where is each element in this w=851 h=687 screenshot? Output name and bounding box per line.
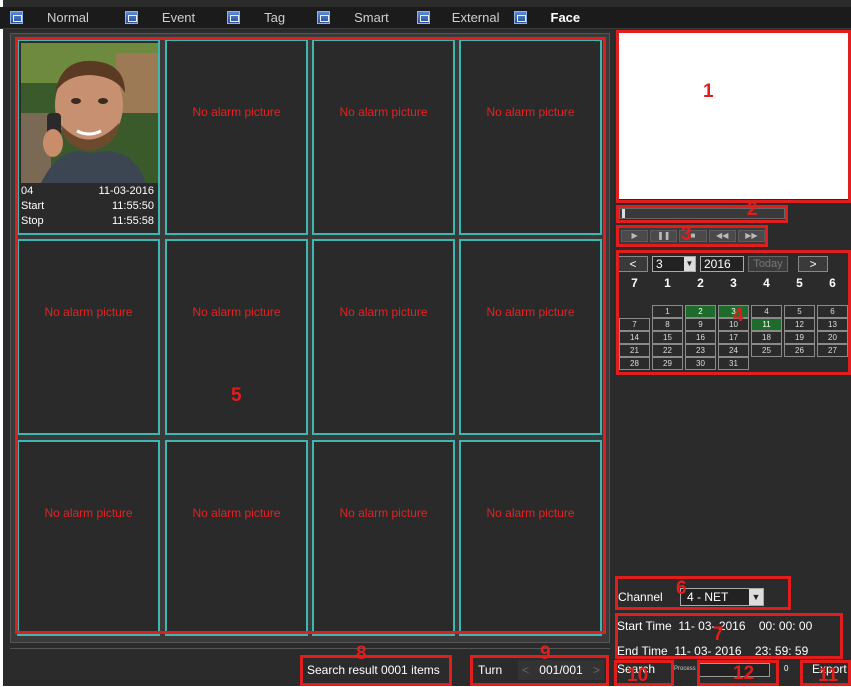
tab-event[interactable]: Event: [115, 7, 195, 29]
tab-tag[interactable]: Tag: [217, 7, 285, 29]
tab-face[interactable]: Face: [504, 7, 581, 29]
tab-label: Face: [550, 10, 581, 25]
tab-label: External: [451, 10, 500, 25]
tab-normal[interactable]: Normal: [0, 7, 89, 29]
left-margin: [0, 0, 3, 686]
annotation-number: 1: [703, 81, 714, 102]
annotation-box-5: [15, 37, 606, 634]
annotation-box-1: [616, 30, 851, 203]
annotation-number: 8: [356, 643, 367, 664]
external-tab-icon: [416, 11, 430, 24]
tab-label: Smart: [354, 10, 389, 25]
annotation-number: 12: [733, 663, 755, 684]
tab-external[interactable]: External: [407, 7, 500, 29]
annotation-number: 6: [676, 578, 687, 599]
normal-tab-icon: [10, 11, 23, 24]
annotation-box-7: [615, 613, 843, 659]
face-search-window: Normal Event Tag Smart External Face 04 …: [0, 0, 851, 686]
process-label: Process: [674, 666, 696, 672]
process-value: 0: [784, 664, 789, 673]
annotation-box-6: [615, 576, 791, 610]
annotation-box-3: [616, 225, 768, 247]
annotation-number: 5: [231, 385, 242, 406]
tab-label: Event: [161, 10, 196, 25]
annotation-box-8: [300, 655, 452, 686]
tab-bar: Normal Event Tag Smart External Face: [0, 7, 851, 29]
annotation-number: 11: [818, 665, 839, 686]
smart-tab-icon: [317, 11, 331, 24]
annotation-number: 7: [713, 624, 724, 645]
annotation-number: 10: [627, 665, 649, 686]
tab-label: Tag: [264, 10, 286, 25]
annotation-number: 2: [747, 199, 758, 220]
face-tab-icon: [513, 11, 527, 24]
tab-label: Normal: [47, 10, 89, 25]
annotation-box-2: [616, 205, 788, 223]
event-tab-icon: [124, 11, 138, 24]
annotation-number: 9: [540, 643, 551, 664]
tag-tab-icon: [227, 11, 241, 24]
annotation-number: 3: [681, 224, 692, 245]
tab-smart[interactable]: Smart: [307, 7, 389, 29]
annotation-number: 4: [733, 305, 744, 326]
